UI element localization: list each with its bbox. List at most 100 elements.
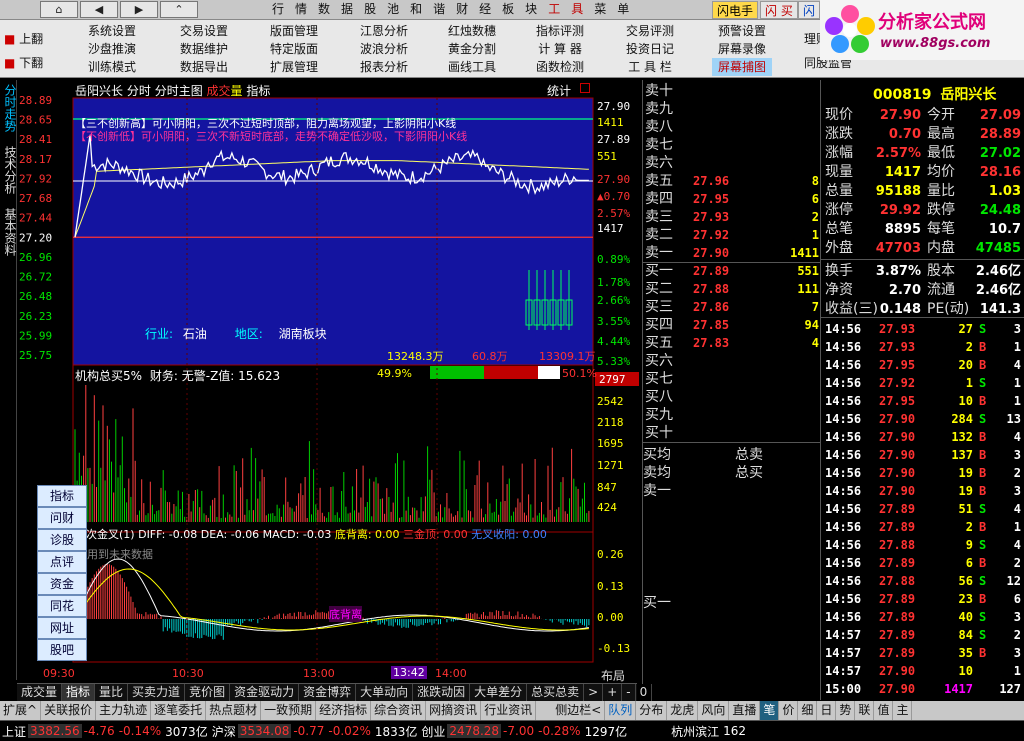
buy-level-5[interactable]: 买五 27.83 4 (645, 334, 821, 352)
bottom-tab-11[interactable]: 队列 (605, 701, 637, 720)
sell-level-10[interactable]: 卖十 (645, 82, 821, 100)
tool-data-export[interactable]: 数据导出 (180, 58, 228, 76)
menu-hangqing-1[interactable]: 行 (268, 0, 291, 20)
tool-extension-manage[interactable]: 扩展管理 (270, 58, 318, 76)
chart-tab-volume-red[interactable]: 成交 (207, 84, 231, 98)
bottom-tab-18[interactable]: 细 (798, 701, 818, 720)
tool-candle[interactable]: 红烛数穗 (448, 22, 496, 40)
buy-level-10[interactable]: 买十 (645, 424, 821, 442)
buy-level-4[interactable]: 买四 27.85 94 (645, 316, 821, 334)
tool-diary[interactable]: 投资日记 (626, 40, 674, 58)
bottom-tab-23[interactable]: 主 (893, 701, 913, 720)
buy-level-2[interactable]: 买二 27.88 111 (645, 280, 821, 298)
menu-caijing-2[interactable]: 经 (475, 0, 498, 20)
side-btn-indicator[interactable]: 指标 (37, 485, 87, 507)
bottom-tab-15[interactable]: 直播 (729, 701, 761, 720)
chart-tab-volume[interactable]: 量 (231, 84, 243, 98)
bottom-tab-7[interactable]: 综合资讯 (371, 701, 427, 720)
tool-calculator[interactable]: 计 算 器 (538, 40, 582, 58)
chart-tab-7[interactable]: 大单动向 (356, 684, 414, 701)
tool-gann[interactable]: 江恩分析 (360, 22, 408, 40)
menu-bankuai-1[interactable]: 板 (498, 0, 521, 20)
flash-trade-button[interactable]: 闪电手 (712, 1, 759, 19)
menu-hangqing-2[interactable]: 情 (291, 0, 314, 20)
menu-bankuai-2[interactable]: 块 (521, 0, 544, 20)
home-icon[interactable]: ⌂ (40, 1, 78, 18)
forward-icon[interactable]: ▶ (120, 1, 158, 18)
chart-tab-8[interactable]: 涨跌动因 (413, 684, 471, 701)
side-btn-fund[interactable]: 资金 (37, 573, 87, 595)
bottom-tab-19[interactable]: 日 (817, 701, 837, 720)
sell-level-5[interactable]: 卖五 27.96 8 (645, 172, 821, 190)
tool-trade-eval[interactable]: 交易评测 (626, 22, 674, 40)
tool-trade-settings[interactable]: 交易设置 (180, 22, 228, 40)
tool-alert-settings[interactable]: 预警设置 (718, 22, 766, 40)
sell-level-1[interactable]: 卖一 27.90 1411 (645, 244, 821, 262)
buy-level-3[interactable]: 买三 27.86 7 (645, 298, 821, 316)
side-btn-forum[interactable]: 股吧 (37, 639, 87, 661)
bottom-tab-0[interactable]: 扩展^ (0, 701, 42, 720)
buy-level-9[interactable]: 买九 (645, 406, 821, 424)
bottom-tab-14[interactable]: 风向 (698, 701, 730, 720)
side-btn-tonghua[interactable]: 同花 (37, 595, 87, 617)
side-btn-diagnose[interactable]: 诊股 (37, 529, 87, 551)
stat-button[interactable]: 统计 (547, 82, 571, 99)
menu-shuju-2[interactable]: 据 (337, 0, 360, 20)
tool-data-maintain[interactable]: 数据维护 (180, 40, 228, 58)
chart-tab-12[interactable]: + (603, 684, 623, 701)
chart-tab-13[interactable]: - (622, 684, 636, 701)
bottom-tab-12[interactable]: 分布 (636, 701, 668, 720)
sell-level-8[interactable]: 卖八 (645, 118, 821, 136)
menu-hexie-2[interactable]: 谐 (429, 0, 452, 20)
tool-layout-manage[interactable]: 版面管理 (270, 22, 318, 40)
menu-gongju-1[interactable]: 工 (544, 0, 567, 20)
chart-tab-14[interactable]: 0 (636, 684, 653, 701)
bottom-tab-4[interactable]: 热点题材 (206, 701, 262, 720)
chart-tab-6[interactable]: 资金博弈 (299, 684, 357, 701)
sell-level-2[interactable]: 卖二 27.92 1 (645, 226, 821, 244)
bottom-tab-1[interactable]: 关联报价 (41, 701, 97, 720)
menu-guchi-1[interactable]: 股 (360, 0, 383, 20)
flash-buy-button[interactable]: 闪 买 (760, 1, 798, 19)
menu-caidan-1[interactable]: 菜 (590, 0, 613, 20)
bottom-tab-21[interactable]: 联 (855, 701, 875, 720)
chart-tab-5[interactable]: 资金驱动力 (230, 684, 300, 701)
sell-level-9[interactable]: 卖九 (645, 100, 821, 118)
menu-gongju-2[interactable]: 具 (567, 0, 590, 20)
tool-training[interactable]: 训练模式 (88, 58, 136, 76)
side-btn-url[interactable]: 网址 (37, 617, 87, 639)
menu-caidan-2[interactable]: 单 (613, 0, 636, 20)
chart-tab-11[interactable]: > (584, 684, 604, 701)
sell-level-4[interactable]: 卖四 27.95 6 (645, 190, 821, 208)
tool-golden-split[interactable]: 黄金分割 (448, 40, 496, 58)
tab-fundamental[interactable]: 基本资料 (1, 208, 17, 256)
bottom-tab-9[interactable]: 行业资讯 (481, 701, 537, 720)
chart-tab-4[interactable]: 竞价图 (185, 684, 231, 701)
sell-level-6[interactable]: 卖六 (645, 154, 821, 172)
page-up-button[interactable]: ■ 上翻 (4, 30, 43, 47)
tool-wave[interactable]: 波浪分析 (360, 40, 408, 58)
tool-function-check[interactable]: 函数检测 (536, 58, 584, 76)
bottom-tab-16[interactable]: 笔 (760, 701, 780, 720)
bottom-tab-2[interactable]: 主力轨迹 (96, 701, 152, 720)
tool-draw-line[interactable]: 画线工具 (448, 58, 496, 76)
layout-button[interactable]: 布局 (601, 667, 625, 684)
chart-tab-9[interactable]: 大单差分 (470, 684, 528, 701)
buy-level-7[interactable]: 买七 (645, 370, 821, 388)
bottom-tab-10[interactable]: 侧边栏< (552, 701, 606, 720)
menu-caijing-1[interactable]: 财 (452, 0, 475, 20)
chart-tab-intraday[interactable]: 分时 (127, 84, 151, 98)
back-icon[interactable]: ◀ (80, 1, 118, 18)
bottom-tab-3[interactable]: 逐笔委托 (151, 701, 207, 720)
chart-tab-2[interactable]: 量比 (95, 684, 129, 701)
buy-level-1[interactable]: 买一 27.89 551 (645, 262, 821, 280)
chart-tab-10[interactable]: 总买总卖 (527, 684, 585, 701)
bottom-tab-6[interactable]: 经济指标 (316, 701, 372, 720)
buy-level-8[interactable]: 买八 (645, 388, 821, 406)
tool-indicator-eval[interactable]: 指标评测 (536, 22, 584, 40)
tool-sandbox[interactable]: 沙盘推演 (88, 40, 136, 58)
up-icon[interactable]: ⌃ (160, 1, 198, 18)
side-btn-wencai[interactable]: 问财 (37, 507, 87, 529)
flash-sell-button[interactable]: 闪 卖 (798, 1, 820, 19)
tool-toolbar[interactable]: 工 具 栏 (628, 58, 672, 76)
